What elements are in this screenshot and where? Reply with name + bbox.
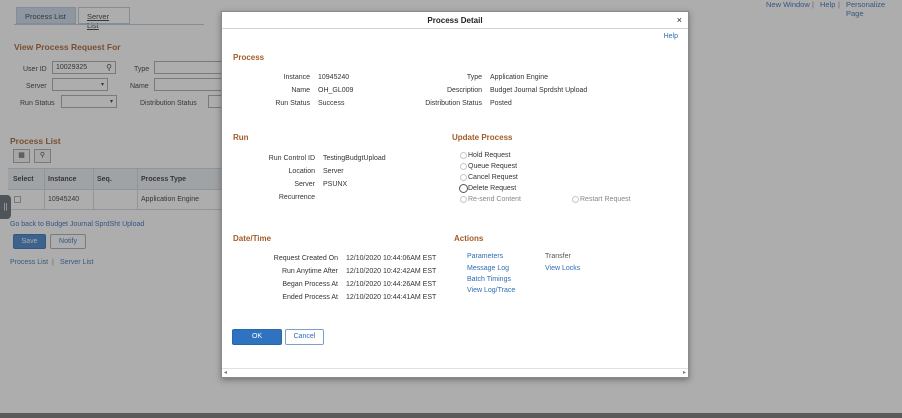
queue-request-label: Queue Request [468, 163, 518, 170]
parameters-link[interactable]: Parameters [467, 253, 503, 260]
run-status-label: Run Status [275, 100, 310, 107]
datetime-section-title: Date/Time [233, 234, 272, 243]
name-label: Name [291, 87, 310, 94]
transfer-label: Transfer [545, 253, 571, 260]
ok-button[interactable]: OK [232, 329, 282, 345]
message-log-link[interactable]: Message Log [467, 265, 509, 272]
close-icon[interactable]: × [677, 15, 682, 25]
description-value: Budget Journal Sprdsht Upload [490, 87, 588, 94]
request-created-on-label: Request Created On [273, 255, 338, 262]
delete-request-radio[interactable] [459, 184, 468, 193]
instance-label: Instance [283, 74, 310, 81]
actions-section-title: Actions [454, 234, 484, 243]
run-control-id-value: TestingBudgtUpload [323, 155, 386, 162]
batch-timings-link[interactable]: Batch Timings [467, 276, 511, 283]
location-value: Server [323, 168, 344, 175]
queue-request-radio[interactable] [460, 163, 467, 170]
restart-request-radio[interactable] [572, 196, 579, 203]
cancel-request-radio[interactable] [460, 174, 467, 181]
hold-request-radio[interactable] [460, 152, 467, 159]
help-link[interactable]: Help [664, 33, 678, 40]
type-value: Application Engine [490, 74, 548, 81]
re-send-content-radio[interactable] [460, 196, 467, 203]
name-value: OH_GL009 [318, 87, 354, 94]
scroll-left-icon[interactable]: ◂ [224, 369, 227, 376]
ended-process-at-label: Ended Process At [282, 294, 338, 301]
began-process-at-label: Began Process At [282, 281, 338, 288]
cancel-button[interactable]: Cancel [285, 329, 324, 345]
server-label: Server [294, 181, 315, 188]
update-process-section-title: Update Process [452, 133, 513, 142]
dialog-title: Process Detail [222, 12, 688, 29]
hold-request-label: Hold Request [468, 152, 511, 159]
type-label: Type [466, 74, 482, 81]
run-section-title: Run [233, 133, 249, 142]
window-bottom-edge [0, 413, 902, 418]
began-process-at-value: 12/10/2020 10:44:26AM EST [346, 281, 437, 288]
distribution-status-value: Posted [490, 100, 512, 107]
run-control-id-label: Run Control ID [268, 155, 315, 162]
run-status-value: Success [318, 100, 345, 107]
server-value: PSUNX [323, 181, 348, 188]
location-label: Location [288, 168, 315, 175]
run-anytime-after-value: 12/10/2020 10:42:42AM EST [346, 268, 437, 275]
distribution-status-label: Distribution Status [425, 100, 482, 107]
process-detail-dialog: Process Detail × Help Process Instance 1… [221, 11, 689, 378]
request-created-on-value: 12/10/2020 10:44:06AM EST [346, 255, 437, 262]
view-locks-link[interactable]: View Locks [545, 265, 580, 272]
ended-process-at-value: 12/10/2020 10:44:41AM EST [346, 294, 437, 301]
horizontal-scrollbar[interactable]: ◂ ▸ [222, 368, 688, 377]
view-log-trace-link[interactable]: View Log/Trace [467, 287, 515, 294]
process-section-title: Process [233, 53, 265, 62]
scroll-right-icon[interactable]: ▸ [683, 369, 686, 376]
re-send-content-label: Re-send Content [468, 196, 521, 203]
delete-request-label: Delete Request [468, 185, 517, 192]
run-anytime-after-label: Run Anytime After [281, 268, 338, 275]
recurrence-label: Recurrence [278, 194, 315, 201]
cancel-request-label: Cancel Request [468, 174, 518, 181]
restart-request-label: Restart Request [580, 196, 631, 203]
instance-value: 10945240 [318, 74, 350, 81]
description-label: Description [446, 87, 482, 94]
